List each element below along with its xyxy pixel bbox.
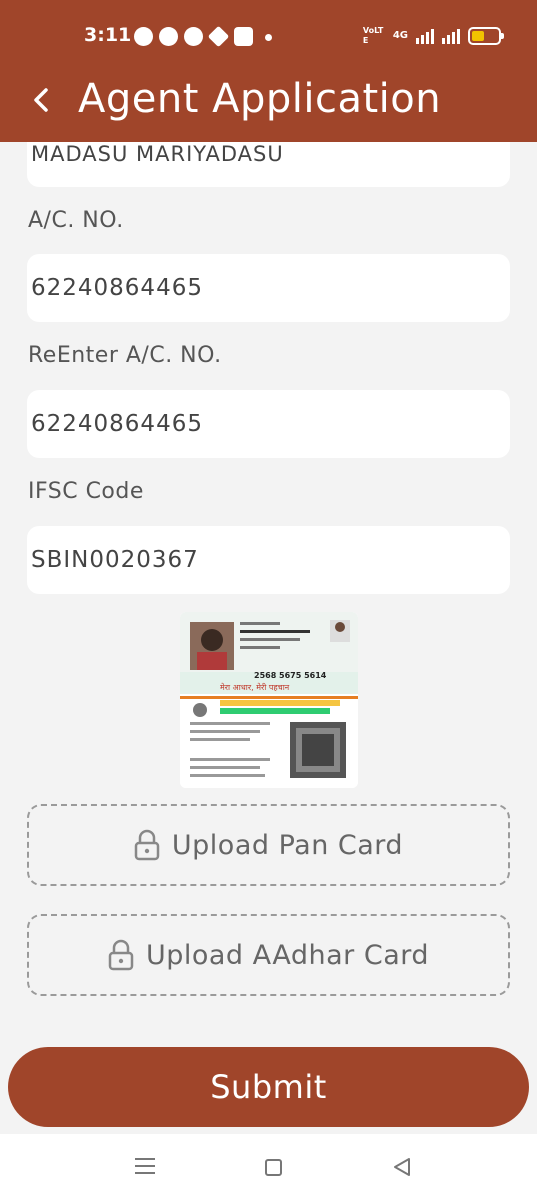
signal-icon-2 xyxy=(442,28,460,44)
status-bar: 3:11 VoLTE 4G xyxy=(0,22,537,52)
upload-pan-card-label: Upload Pan Card xyxy=(171,829,404,861)
account-number-label: A/C. NO. xyxy=(28,208,124,233)
upload-pan-card-button[interactable]: Upload Pan Card xyxy=(27,804,510,886)
app-icon xyxy=(207,25,230,48)
chevron-left-icon xyxy=(34,88,48,112)
ifsc-label: IFSC Code xyxy=(28,479,144,504)
reenter-account-value: 62240864465 xyxy=(31,411,203,437)
volte-indicator: VoLTE xyxy=(362,26,384,45)
lock-icon xyxy=(134,829,160,861)
back-button[interactable] xyxy=(26,80,62,120)
notification-icon xyxy=(159,27,178,46)
upload-aadhar-card-button[interactable]: Upload AAdhar Card xyxy=(27,914,510,996)
lte-indicator: 4G xyxy=(392,30,408,41)
more-dot-icon xyxy=(265,34,272,41)
aadhar-hindi-caption: मेरा आधार, मेरी पहचान xyxy=(220,682,290,692)
aadhar-card-image: 2568 5675 5614 मेरा आधार, मेरी पहचान xyxy=(180,612,358,788)
status-right: VoLTE 4G xyxy=(362,26,504,46)
name-field-value: MADASU MARIYADASU xyxy=(31,142,284,166)
reenter-account-field[interactable]: 62240864465 xyxy=(27,390,510,458)
notification-icons xyxy=(134,25,272,48)
account-number-field[interactable]: 62240864465 xyxy=(27,254,510,322)
form-content: MADASU MARIYADASU A/C. NO. 62240864465 R… xyxy=(0,142,537,1134)
battery-icon xyxy=(468,27,504,45)
name-field[interactable]: MADASU MARIYADASU xyxy=(27,142,510,187)
system-nav-bar xyxy=(0,1134,537,1200)
aadhar-card-preview[interactable]: 2568 5675 5614 मेरा आधार, मेरी पहचान xyxy=(180,612,358,788)
ifsc-field[interactable]: SBIN0020367 xyxy=(27,526,510,594)
submit-button[interactable]: Submit xyxy=(8,1047,529,1127)
page-title: Agent Application xyxy=(78,76,442,122)
lock-icon xyxy=(108,939,134,971)
account-number-value: 62240864465 xyxy=(31,275,203,301)
upload-aadhar-card-label: Upload AAdhar Card xyxy=(145,939,430,971)
aadhar-number-text: 2568 5675 5614 xyxy=(254,671,327,680)
status-time: 3:11 xyxy=(84,24,132,46)
system-back-icon[interactable] xyxy=(392,1156,412,1178)
recent-apps-icon[interactable] xyxy=(135,1158,155,1175)
ifsc-value: SBIN0020367 xyxy=(31,547,199,573)
signal-icon xyxy=(416,28,434,44)
reenter-account-label: ReEnter A/C. NO. xyxy=(28,343,222,368)
messenger-icon xyxy=(184,27,203,46)
app-square-icon xyxy=(234,27,253,46)
home-icon[interactable] xyxy=(265,1159,282,1176)
app-header: 3:11 VoLTE 4G Agent Application xyxy=(0,0,537,142)
whatsapp-icon xyxy=(134,27,153,46)
